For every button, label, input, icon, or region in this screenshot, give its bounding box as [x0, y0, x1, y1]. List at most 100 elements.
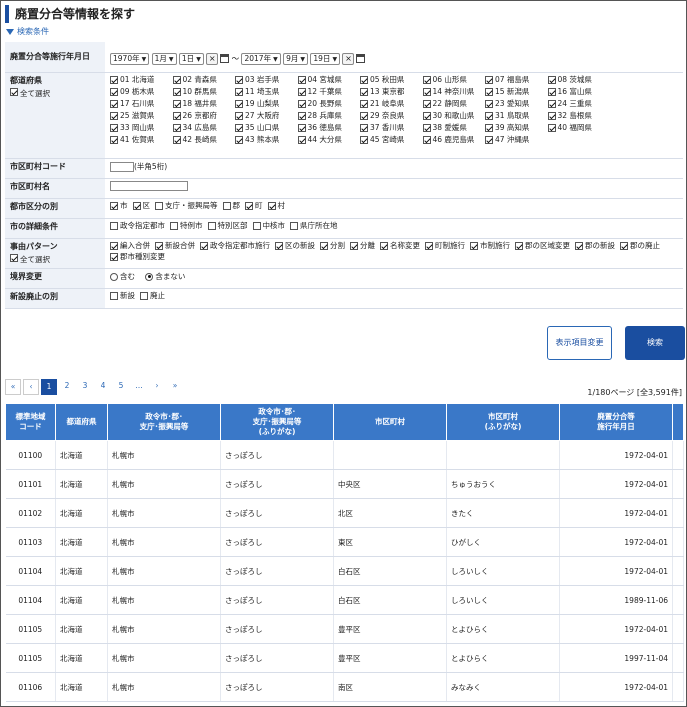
from-month-select[interactable]: 1月 ▼: [151, 52, 177, 65]
pref-checkbox[interactable]: 39 高知県: [485, 123, 548, 133]
pref-checkbox[interactable]: 24 三重県: [547, 99, 611, 109]
pref-checkbox[interactable]: 45 宮崎県: [360, 135, 423, 145]
reason-checkbox[interactable]: 政令指定都市施行: [200, 241, 270, 251]
pref-checkbox[interactable]: 40 福岡県: [547, 123, 611, 133]
pref-checkbox[interactable]: 23 愛知県: [485, 99, 548, 109]
page-3-button[interactable]: 3: [77, 379, 93, 395]
reason-checkbox[interactable]: 編入合併: [110, 241, 150, 251]
pref-checkbox[interactable]: 10 群馬県: [172, 87, 236, 97]
code-input[interactable]: [110, 161, 134, 172]
column-header[interactable]: 市区町村 (ふりがな): [446, 403, 560, 441]
pref-checkbox[interactable]: 11 埼玉県: [235, 87, 298, 97]
pref-checkbox[interactable]: 16 富山県: [547, 87, 611, 97]
pref-checkbox[interactable]: 22 静岡県: [422, 99, 486, 109]
reason-checkbox[interactable]: 町制施行: [425, 241, 465, 251]
reason-checkbox[interactable]: 分割: [320, 241, 345, 251]
from-day-select[interactable]: 1日 ▼: [178, 52, 204, 65]
boundary-include-radio[interactable]: 含む: [110, 272, 135, 281]
type-checkbox[interactable]: 区: [132, 201, 150, 211]
newabol-checkbox[interactable]: 新設: [110, 291, 135, 301]
detail-checkbox[interactable]: 特例市: [170, 221, 203, 231]
type-checkbox[interactable]: 町: [245, 201, 263, 211]
reason-checkbox[interactable]: 郡市種別変更: [110, 252, 165, 262]
table-row[interactable]: 01102 北海道 札幌市 さっぽろし 北区 きたく 1972-04-01: [5, 498, 684, 528]
pref-checkbox[interactable]: 35 山口県: [235, 123, 298, 133]
search-button[interactable]: 検索: [625, 326, 685, 360]
boundary-exclude-radio[interactable]: 含まない: [145, 272, 185, 281]
table-row[interactable]: 01106 北海道 札幌市 さっぽろし 南区 みなみく 1972-04-01: [5, 672, 684, 702]
pref-checkbox[interactable]: 43 熊本県: [235, 135, 298, 145]
reason-checkbox[interactable]: 分離: [350, 241, 375, 251]
reason-checkbox[interactable]: 名称変更: [380, 241, 420, 251]
clear-to-icon[interactable]: ×: [342, 52, 355, 65]
prev-page-button[interactable]: ‹: [23, 379, 39, 395]
reason-checkbox[interactable]: 区の新設: [275, 241, 315, 251]
pref-checkbox[interactable]: 18 福井県: [172, 99, 236, 109]
pref-checkbox[interactable]: 01 北海道: [110, 75, 173, 85]
name-input[interactable]: [110, 180, 188, 191]
clear-from-icon[interactable]: ×: [206, 52, 219, 65]
pref-checkbox[interactable]: 32 島根県: [547, 111, 611, 121]
pref-checkbox[interactable]: 17 石川県: [110, 99, 173, 109]
newabol-checkbox[interactable]: 廃止: [140, 291, 165, 301]
type-checkbox[interactable]: 支庁・振興局等: [155, 201, 218, 211]
column-header[interactable]: 廃置分合等 施行年月日: [559, 403, 673, 441]
pref-checkbox[interactable]: 03 岩手県: [235, 75, 298, 85]
pref-checkbox[interactable]: 25 滋賀県: [110, 111, 173, 121]
column-settings-button[interactable]: 表示項目変更: [547, 326, 612, 360]
pref-checkbox[interactable]: 02 青森県: [172, 75, 236, 85]
pref-checkbox[interactable]: 19 山梨県: [235, 99, 298, 109]
pref-checkbox[interactable]: 26 京都府: [172, 111, 236, 121]
column-header[interactable]: 標準地域 コード: [5, 403, 56, 441]
table-row[interactable]: 01101 北海道 札幌市 さっぽろし 中央区 ちゅうおうく 1972-04-01: [5, 469, 684, 499]
type-checkbox[interactable]: 郡: [222, 201, 240, 211]
table-row[interactable]: 01105 北海道 札幌市 さっぽろし 豊平区 とよひらく 1997-11-04: [5, 643, 684, 673]
page-2-button[interactable]: 2: [59, 379, 75, 395]
table-row[interactable]: 01104 北海道 札幌市 さっぽろし 白石区 しろいしく 1989-11-06: [5, 585, 684, 615]
reason-checkbox[interactable]: 郡の新設: [575, 241, 615, 251]
detail-checkbox[interactable]: 県庁所在地: [290, 221, 338, 231]
pref-checkbox[interactable]: 21 岐阜県: [360, 99, 423, 109]
pref-checkbox[interactable]: 33 岡山県: [110, 123, 173, 133]
page-5-button[interactable]: 5: [113, 379, 129, 395]
first-page-button[interactable]: «: [5, 379, 21, 395]
last-page-button[interactable]: »: [167, 379, 183, 395]
pref-checkbox[interactable]: 34 広島県: [172, 123, 236, 133]
pref-checkbox[interactable]: 36 徳島県: [297, 123, 361, 133]
pref-checkbox[interactable]: 07 福島県: [485, 75, 548, 85]
column-header[interactable]: 都道府県: [55, 403, 108, 441]
pref-checkbox[interactable]: 37 香川県: [360, 123, 423, 133]
pref-checkbox[interactable]: 14 神奈川県: [422, 87, 486, 97]
column-header[interactable]: 市区町村: [333, 403, 447, 441]
table-row[interactable]: 01104 北海道 札幌市 さっぽろし 白石区 しろいしく 1972-04-01: [5, 556, 684, 586]
pref-checkbox[interactable]: 20 長野県: [297, 99, 361, 109]
pref-checkbox[interactable]: 06 山形県: [422, 75, 486, 85]
column-header[interactable]: 政令市･郡･ 支庁･振興局等: [107, 403, 221, 441]
reason-checkbox[interactable]: 郡の廃止: [620, 241, 660, 251]
pref-checkbox[interactable]: 44 大分県: [297, 135, 361, 145]
pref-checkbox[interactable]: 42 長崎県: [172, 135, 236, 145]
pref-checkbox[interactable]: 09 栃木県: [110, 87, 173, 97]
search-condition-toggle[interactable]: 検索条件: [6, 26, 49, 37]
page-4-button[interactable]: 4: [95, 379, 111, 395]
to-month-select[interactable]: 9月 ▼: [283, 52, 308, 65]
pref-checkbox[interactable]: 38 愛媛県: [422, 123, 486, 133]
calendar-icon[interactable]: [220, 54, 230, 64]
pref-checkbox[interactable]: 08 茨城県: [547, 75, 611, 85]
pref-checkbox[interactable]: 27 大阪府: [235, 111, 298, 121]
reason-select-all[interactable]: 全て選択: [10, 253, 100, 264]
pref-checkbox[interactable]: 46 鹿児島県: [422, 135, 486, 145]
table-row[interactable]: 01100 北海道 札幌市 さっぽろし 1972-04-01: [5, 440, 684, 470]
detail-checkbox[interactable]: 中核市: [252, 221, 285, 231]
calendar-icon[interactable]: [356, 54, 366, 64]
table-row[interactable]: 01103 北海道 札幌市 さっぽろし 東区 ひがしく 1972-04-01: [5, 527, 684, 557]
to-year-select[interactable]: 2017年 ▼: [241, 52, 281, 65]
pref-checkbox[interactable]: 47 沖縄県: [485, 135, 548, 145]
to-day-select[interactable]: 19日 ▼: [310, 52, 341, 65]
detail-checkbox[interactable]: 政令指定都市: [110, 221, 165, 231]
pref-checkbox[interactable]: 28 兵庫県: [297, 111, 361, 121]
page-1-button[interactable]: 1: [41, 379, 57, 395]
table-row[interactable]: 01105 北海道 札幌市 さっぽろし 豊平区 とよひらく 1972-04-01: [5, 614, 684, 644]
pref-checkbox[interactable]: 04 宮城県: [297, 75, 361, 85]
pref-checkbox[interactable]: 15 新潟県: [485, 87, 548, 97]
